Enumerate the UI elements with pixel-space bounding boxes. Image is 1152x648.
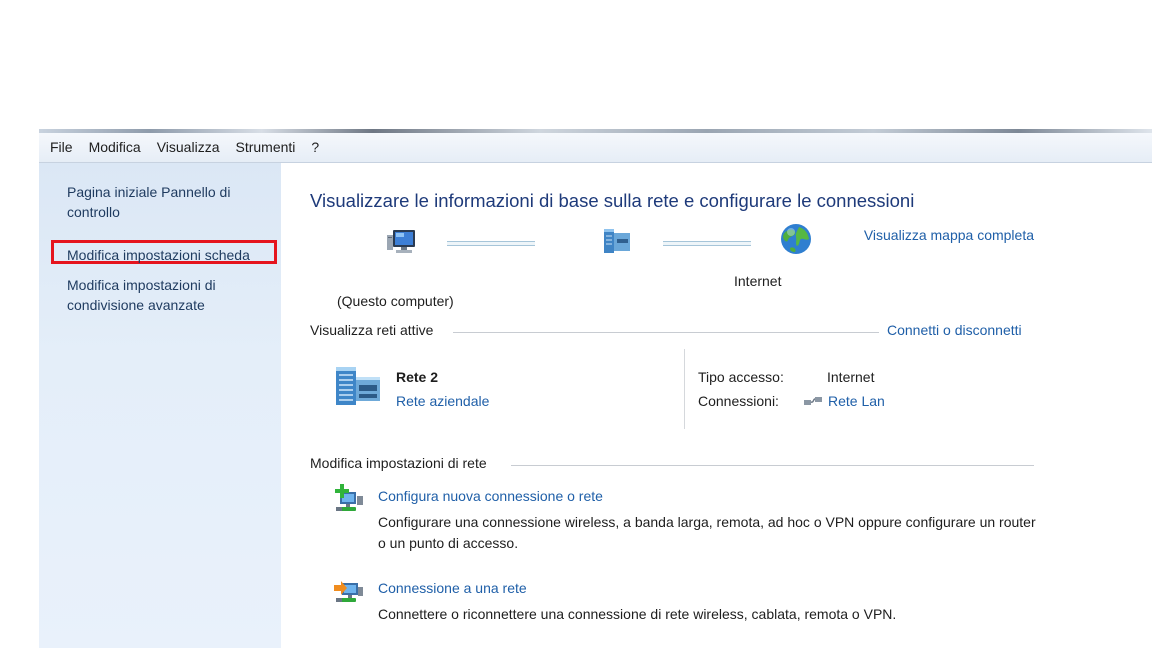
active-networks-divider	[453, 332, 879, 333]
menu-visualizza[interactable]: Visualizza	[149, 133, 228, 162]
full-map-link[interactable]: Visualizza mappa completa	[864, 227, 1034, 243]
task-new-connection-desc: Configurare una connessione wireless, a …	[378, 514, 1036, 551]
network-name: Rete 2	[396, 369, 439, 385]
sidebar-link-control-panel-home[interactable]: Pagina iniziale Pannello di controllo	[67, 182, 267, 222]
sidebar-link-adapter-settings[interactable]: Modifica impostazioni scheda	[67, 245, 250, 265]
connections-label: Connessioni:	[698, 393, 779, 409]
task-new-connection-link[interactable]: Configura nuova connessione o rete	[378, 488, 603, 504]
network-center-window: File Modifica Visualizza Strumenti ? Pag…	[39, 129, 1152, 648]
menu-bar: File Modifica Visualizza Strumenti ?	[39, 133, 1152, 163]
menu-modifica[interactable]: Modifica	[81, 133, 149, 162]
page-title: Visualizzare le informazioni di base sul…	[310, 190, 915, 211]
access-type-value: Internet	[827, 369, 875, 385]
sidebar-link-sharing-settings[interactable]: Modifica impostazioni di condivisione av…	[67, 275, 267, 315]
task-connect-network-link[interactable]: Connessione a una rete	[378, 580, 527, 596]
menu-strumenti[interactable]: Strumenti	[227, 133, 303, 162]
computer-icon	[387, 230, 415, 253]
network-type-link[interactable]: Rete aziendale	[396, 393, 489, 409]
map-link-line-2	[663, 241, 751, 246]
connect-network-icon	[334, 581, 363, 602]
connection-lan-link[interactable]: Rete Lan	[828, 393, 885, 409]
access-type-label: Tipo accesso:	[698, 369, 784, 385]
task-connect-network-desc: Connettere o riconnettere una connession…	[378, 606, 897, 622]
globe-icon	[781, 224, 811, 254]
internet-label: Internet	[734, 273, 782, 289]
map-link-line-1	[447, 241, 535, 246]
network-settings-heading: Modifica impostazioni di rete	[310, 455, 487, 471]
connect-disconnect-link[interactable]: Connetti o disconnetti	[887, 322, 1022, 338]
menu-help[interactable]: ?	[303, 133, 327, 162]
new-connection-icon	[335, 484, 363, 511]
network-icon	[604, 229, 630, 253]
menu-file[interactable]: File	[39, 133, 81, 162]
network-settings-divider	[511, 465, 1034, 466]
main-content: Visualizzare le informazioni di base sul…	[281, 163, 1152, 648]
this-computer-label: (Questo computer)	[337, 293, 454, 309]
details-divider	[684, 349, 685, 429]
sidebar: Pagina iniziale Pannello di controllo Mo…	[39, 163, 281, 648]
cable-icon	[804, 397, 822, 405]
active-networks-heading: Visualizza reti attive	[310, 322, 434, 338]
building-network-icon	[336, 367, 380, 405]
